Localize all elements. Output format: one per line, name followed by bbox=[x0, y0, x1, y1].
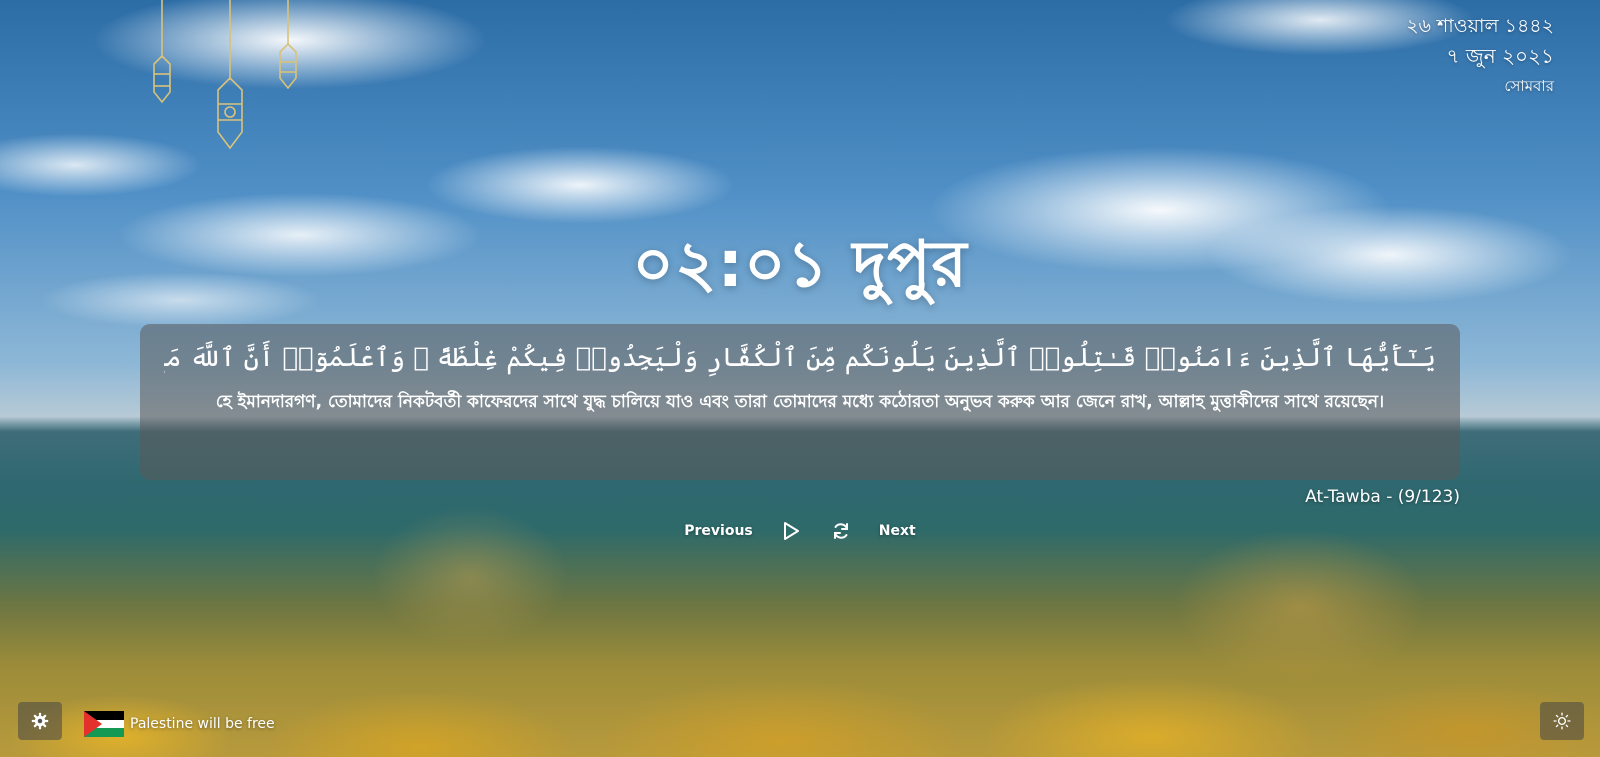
gregorian-date: ৭ জুন ২০২১ bbox=[1446, 44, 1554, 68]
verse-controls: Previous Next bbox=[0, 516, 1600, 546]
palestine-flag bbox=[84, 711, 124, 737]
refresh-icon[interactable] bbox=[829, 519, 853, 543]
weekday: সোমবার bbox=[1504, 77, 1554, 95]
sun-icon bbox=[1553, 712, 1571, 730]
verse-translation: হে ইমানদারগণ, তোমাদের নিকটবর্তী কাফেরদের… bbox=[215, 392, 1385, 412]
date-block: ২৬ শাওয়াল ১৪৪২ ৭ জুন ২০২১ সোমবার bbox=[1406, 12, 1554, 100]
verse-card: يَـٰٓأَيُّهَا ٱلَّذِينَ ءَامَنُوا۟ قَـٰت… bbox=[140, 324, 1460, 480]
palestine-text: Palestine will be free bbox=[130, 716, 275, 732]
lantern-decoration bbox=[153, 0, 297, 150]
next-button[interactable]: Next bbox=[879, 523, 916, 539]
settings-button[interactable] bbox=[18, 702, 62, 740]
palestine-banner: Palestine will be free bbox=[84, 709, 275, 739]
hijri-date: ২৬ শাওয়াল ১৪৪২ bbox=[1406, 15, 1554, 37]
previous-button[interactable]: Previous bbox=[684, 523, 753, 539]
clock-time: ০২:০১ দুপুর bbox=[632, 228, 968, 302]
theme-toggle-button[interactable] bbox=[1540, 702, 1584, 740]
play-icon[interactable] bbox=[779, 519, 803, 543]
gear-icon bbox=[31, 712, 49, 730]
verse-reference: At-Tawba - (9/123) bbox=[1305, 487, 1460, 507]
verse-arabic: يَـٰٓأَيُّهَا ٱلَّذِينَ ءَامَنُوا۟ قَـٰت… bbox=[164, 343, 1436, 373]
